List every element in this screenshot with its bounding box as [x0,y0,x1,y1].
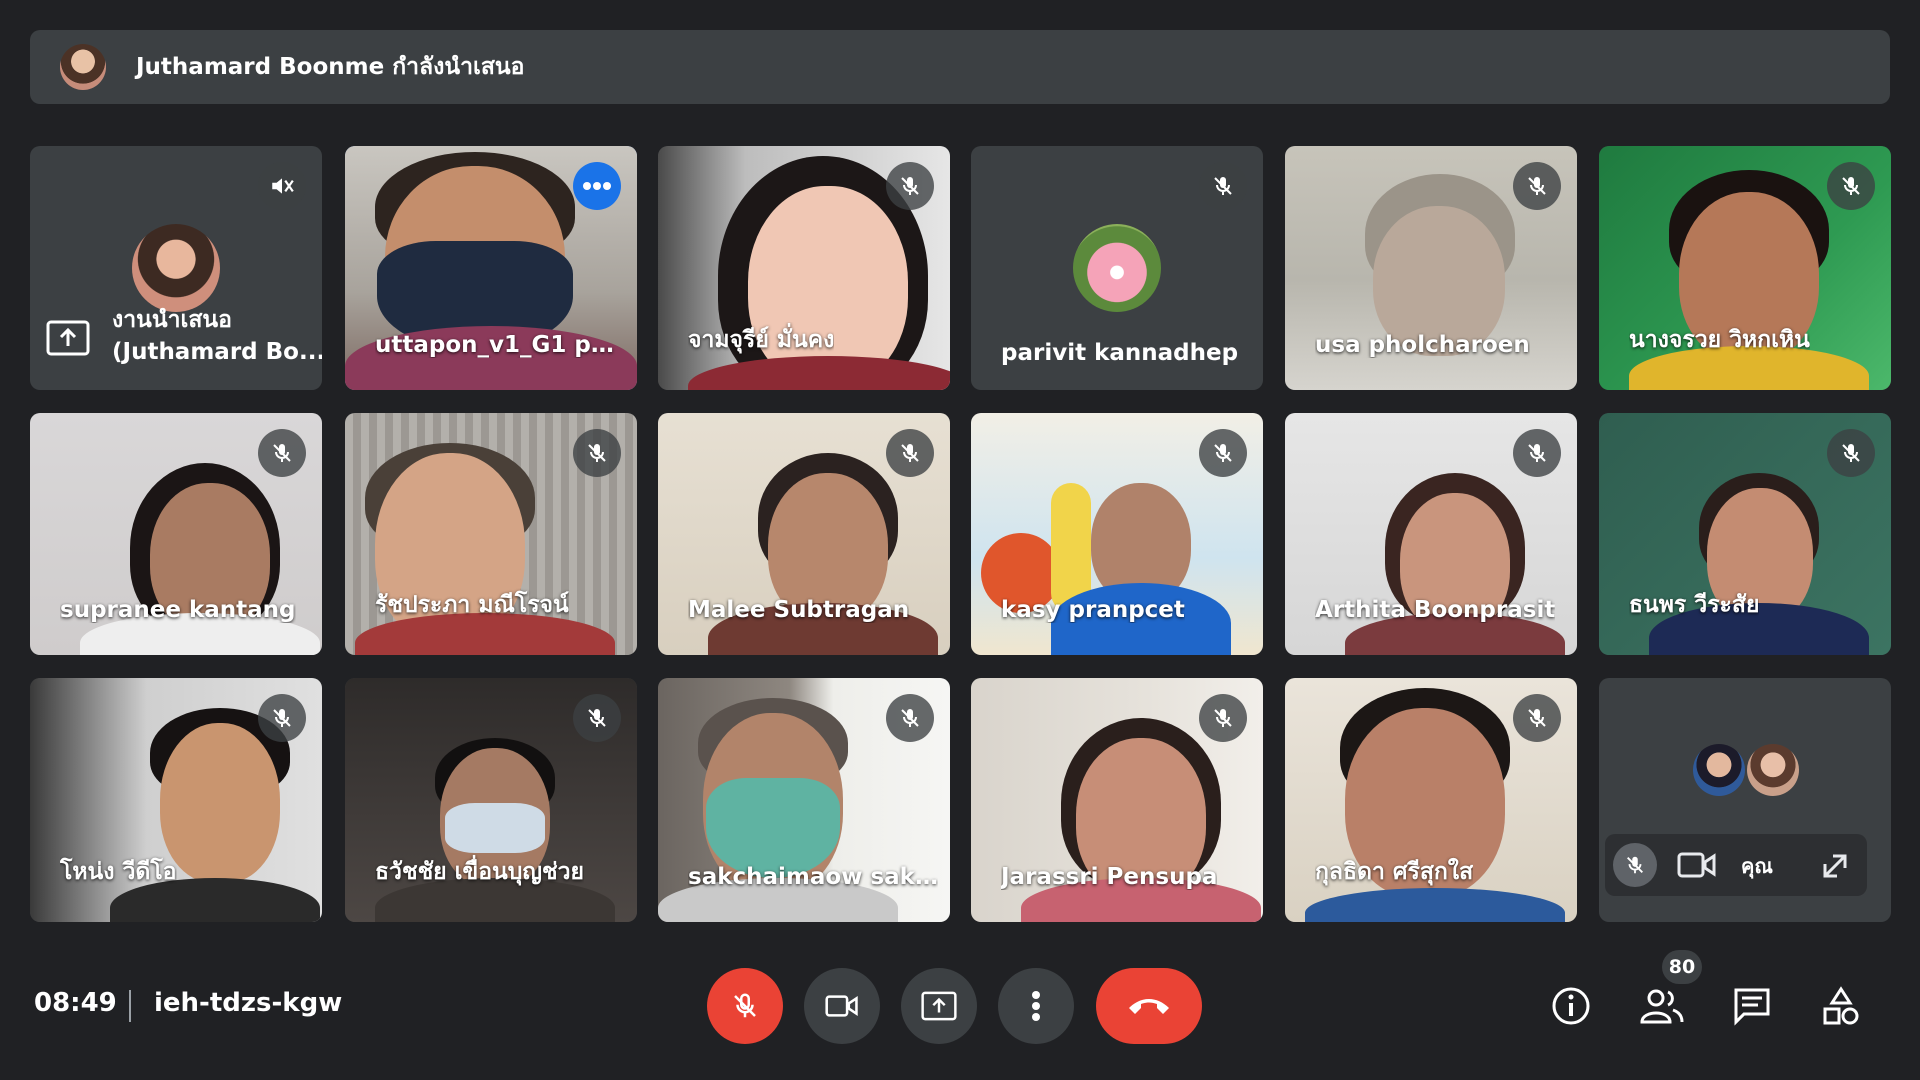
meeting-code: ieh-tdzs-kgw [154,988,343,1018]
participants-button[interactable] [1634,978,1690,1034]
mic-off-icon [1513,162,1561,210]
self-label: คุณ [1741,854,1773,878]
mic-off-icon [1513,429,1561,477]
participant-name: supranee kantang [60,597,296,623]
tile-participant-ratchaprapa[interactable]: รัชประภา มณีโรจน์ [345,413,637,655]
participant-count-badge: 80 [1662,950,1702,984]
mic-off-icon [573,429,621,477]
presenter-avatar-icon [60,44,106,90]
chat-icon [1734,988,1770,1026]
avatar [1073,224,1161,312]
mic-off-icon [1199,694,1247,742]
tile-participant-malee[interactable]: Malee Subtragan [658,413,950,655]
more-options-button[interactable] [998,968,1074,1044]
divider [129,990,131,1022]
people-icon [1640,989,1684,1024]
tile-participant-supranee[interactable]: supranee kantang [30,413,322,655]
info-icon [1552,987,1590,1025]
mic-off-icon [1827,429,1875,477]
mic-off-icon [1199,429,1247,477]
tile-participant-kasy[interactable]: kasy pranpcet [971,413,1263,655]
mic-toggle-button[interactable] [707,968,783,1044]
tile-participant-jarassri[interactable]: Jarassri Pensupa [971,678,1263,922]
avatar [132,224,220,312]
self-mic-off-icon[interactable] [1613,843,1657,887]
more-options-icon[interactable] [573,162,621,210]
mic-off-icon [1199,162,1247,210]
participant-name: uttapon_v1_G1 ph... [375,332,625,358]
participant-name: Arthita Boonprasit [1315,597,1556,623]
participant-name: กุลธิดา ศรีสุกใส [1315,859,1474,885]
mic-off-icon [573,694,621,742]
tile-participant-kulthida[interactable]: กุลธิดา ศรีสุกใส [1285,678,1577,922]
tile-presentation[interactable]: งานนำเสนอ (Juthamard Bo... [30,146,322,390]
tile-participant-uttapon[interactable]: uttapon_v1_G1 ph... [345,146,637,390]
mic-off-icon [886,162,934,210]
present-screen-button[interactable] [901,968,977,1044]
present-screen-icon [921,991,957,1021]
more-vert-icon [1032,991,1040,1021]
camera-toggle-button[interactable] [804,968,880,1044]
tile-participant-parivit[interactable]: parivit kannadhep [971,146,1263,390]
leave-call-button[interactable] [1096,968,1202,1044]
participant-name: โหน่ง วีดีโอ [60,859,177,885]
avatar [1693,744,1745,796]
activities-button[interactable] [1813,978,1869,1034]
expand-icon[interactable] [1819,850,1851,882]
meeting-info-button[interactable] [1543,978,1599,1034]
self-camera-icon[interactable] [1677,851,1717,879]
hang-up-icon [1129,999,1169,1014]
speaker-muted-icon [258,162,306,210]
participant-name: Malee Subtragan [688,597,910,623]
participant-name: จามจุรีย์ มั่นคง [688,327,835,353]
camera-icon [825,995,858,1017]
tile-participant-jaruay[interactable]: นางจรวย วิหกเหิน [1599,146,1891,390]
chat-button[interactable] [1724,978,1780,1034]
avatar [1747,744,1799,796]
meeting-time: 08:49 [34,988,117,1018]
mic-off-icon [1827,162,1875,210]
tile-participant-usa[interactable]: usa pholcharoen [1285,146,1577,390]
participant-name: parivit kannadhep [1001,340,1239,366]
tile-self-view[interactable]: คุณ [1599,678,1891,922]
tile-participant-sakchaimaow[interactable]: sakchaimaow sakc... [658,678,950,922]
presenter-banner: Juthamard Boonme กำลังนำเสนอ [30,30,1890,104]
self-view-controls: คุณ [1605,834,1867,896]
participant-name: Jarassri Pensupa [1001,864,1218,890]
participant-name: นางจรวย วิหกเหิน [1629,327,1810,353]
participant-name: kasy pranpcet [1001,597,1185,623]
mic-off-icon [886,694,934,742]
mic-off-icon [258,694,306,742]
participant-name: รัชประภา มณีโรจน์ [375,592,569,618]
presentation-label: งานนำเสนอ (Juthamard Bo... [112,307,322,365]
activities-icon [1823,986,1859,1025]
tile-participant-nong[interactable]: โหน่ง วีดีโอ [30,678,322,922]
mic-off-icon [886,429,934,477]
presentation-icon [46,320,90,356]
participant-name: sakchaimaow sakc... [688,864,938,890]
tile-participant-thanaporn[interactable]: ธนพร วีระสัย [1599,413,1891,655]
participant-name: usa pholcharoen [1315,332,1530,358]
presenter-banner-text: Juthamard Boonme กำลังนำเสนอ [136,54,525,80]
participant-name: ธนพร วีระสัย [1629,592,1760,618]
tile-participant-arthita[interactable]: Arthita Boonprasit [1285,413,1577,655]
tile-participant-thawatchai[interactable]: ธวัชชัย เขื่อนบุญช่วย [345,678,637,922]
tile-participant-jamjuree[interactable]: จามจุรีย์ มั่นคง [658,146,950,390]
mic-off-icon [734,993,756,1018]
participant-name: ธวัชชัย เขื่อนบุญช่วย [375,859,584,885]
mic-off-icon [258,429,306,477]
mic-off-icon [1513,694,1561,742]
